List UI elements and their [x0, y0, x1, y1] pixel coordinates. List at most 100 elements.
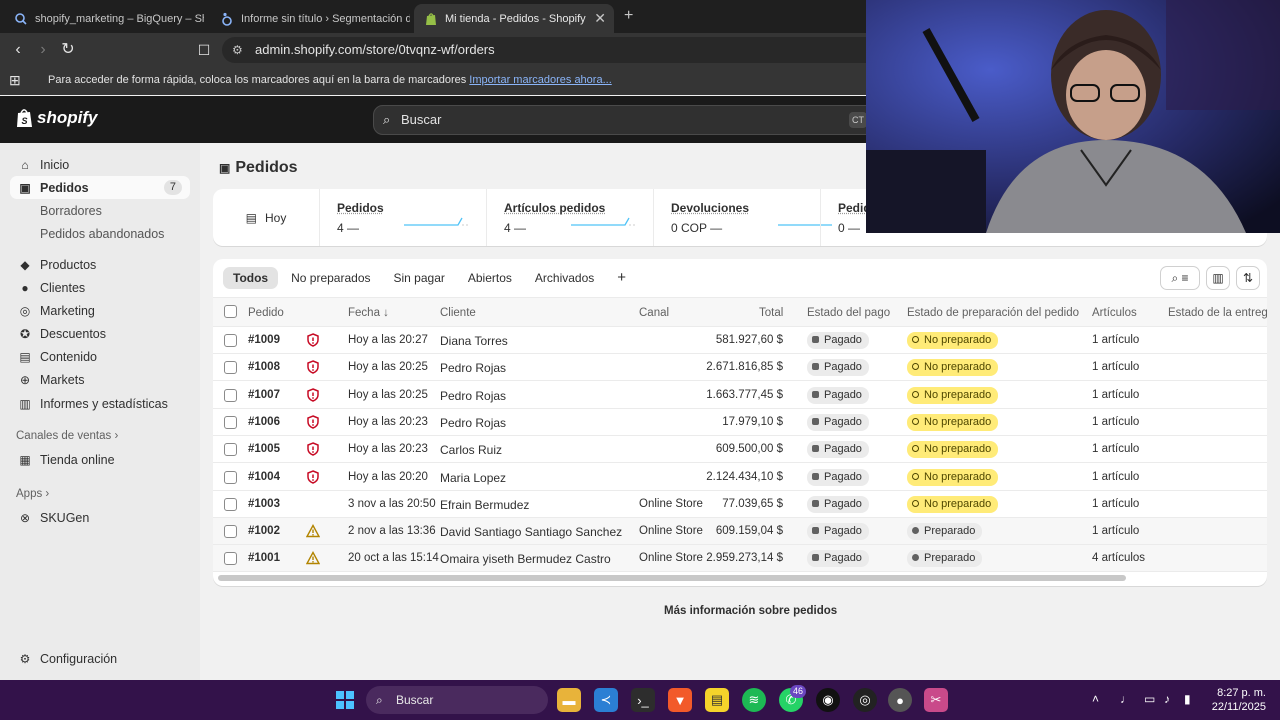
sidebar-item-configuracion[interactable]: ⚙ Configuración — [10, 647, 190, 670]
table-row[interactable]: #1002 2 nov a las 13:36 David Santiago San… — [213, 518, 1267, 546]
more-info-link[interactable]: Más información sobre pedidos — [664, 605, 837, 617]
tab-sin-pagar[interactable]: Sin pagar — [384, 267, 455, 289]
col-pedido[interactable]: Pedido — [248, 307, 284, 319]
sidebar-item-descuentos[interactable]: ✪ Descuentos — [10, 322, 190, 345]
order-id[interactable]: #1006 — [248, 416, 280, 428]
sidebar-item-tienda-online[interactable]: ▦ Tienda online — [10, 448, 190, 471]
obs-icon[interactable]: ◉ — [816, 688, 840, 712]
vscode-icon[interactable]: ≺ — [594, 688, 618, 712]
terminal-icon[interactable]: ›_ — [631, 688, 655, 712]
row-checkbox[interactable] — [224, 388, 237, 402]
table-row[interactable]: #1007 Hoy a las 20:25 Pedro Rojas 1.663.777… — [213, 382, 1267, 409]
apps-grid-icon[interactable]: ⊞ — [9, 72, 21, 89]
brave-icon[interactable]: ▼ — [668, 688, 692, 712]
file-explorer-icon[interactable]: ▬ — [557, 688, 581, 712]
order-customer[interactable]: Diana Torres — [440, 334, 508, 348]
tab-no-preparados[interactable]: No preparados — [281, 267, 380, 289]
search-filter-button[interactable]: ⌕ ≡ — [1160, 266, 1200, 290]
new-tab-button[interactable]: + — [624, 7, 633, 25]
row-checkbox[interactable] — [224, 552, 237, 566]
row-checkbox[interactable] — [224, 470, 237, 484]
tray-chevron-icon[interactable]: ˄ — [1092, 692, 1099, 706]
order-customer[interactable]: Pedro Rojas — [440, 361, 506, 375]
volume-icon[interactable]: ♪ — [1164, 692, 1170, 706]
sort-button[interactable]: ⇅ — [1236, 266, 1260, 290]
apps-header[interactable]: Apps › — [16, 488, 49, 500]
tab-bigquery[interactable]: shopify_marketing – BigQuery – Sho — [4, 4, 204, 33]
tab-abiertos[interactable]: Abiertos — [458, 267, 522, 289]
battery-icon[interactable]: ▮ — [1184, 692, 1191, 706]
snipping-tool-icon[interactable]: ✂ — [924, 688, 948, 712]
stat-devoluciones[interactable]: Devoluciones 0 COP — — [653, 189, 832, 246]
horizontal-scrollbar[interactable] — [218, 575, 1126, 581]
table-row[interactable]: #1003 3 nov a las 20:50 Efrain Bermudez Onl… — [213, 491, 1267, 518]
sidebar-item-pedidos[interactable]: ▣ Pedidos 7 — [10, 176, 190, 199]
col-canal[interactable]: Canal — [639, 307, 669, 319]
sidebar-item-abandonados[interactable]: Pedidos abandonados — [10, 222, 190, 245]
stat-articulos[interactable]: Artículos pedidos 4 — — [486, 189, 653, 246]
sticky-notes-icon[interactable]: ▤ — [705, 688, 729, 712]
table-row[interactable]: #1004 Hoy a las 20:20 Maria Lopez 2.124.434… — [213, 464, 1267, 491]
taskbar-search[interactable]: ⌕ Buscar — [366, 686, 548, 714]
order-customer[interactable]: Maria Lopez — [440, 471, 506, 485]
admin-search-input[interactable]: ⌕ Buscar CT — [373, 105, 903, 135]
stat-pedidos[interactable]: Pedidos 4 — — [319, 189, 486, 246]
sidebar-item-inicio[interactable]: ⌂ Inicio — [10, 153, 190, 176]
fraud-risk-icon[interactable] — [306, 415, 320, 429]
sidebar-item-skugen[interactable]: ⊗ SKUGen — [10, 506, 190, 529]
sidebar-item-productos[interactable]: ◆ Productos — [10, 253, 190, 276]
order-id[interactable]: #1009 — [248, 334, 280, 346]
table-row[interactable]: #1001 20 oct a las 15:14 Omaira yiseth Ber… — [213, 545, 1267, 573]
warning-icon[interactable] — [306, 551, 320, 565]
col-estado-pago[interactable]: Estado del pago — [807, 307, 890, 319]
order-id[interactable]: #1003 — [248, 498, 280, 510]
order-id[interactable]: #1002 — [248, 525, 280, 537]
add-view-button[interactable]: + — [607, 267, 636, 289]
sidebar-item-contenido[interactable]: ▤ Contenido — [10, 345, 190, 368]
reload-icon[interactable]: ↻ — [58, 40, 78, 60]
order-customer[interactable]: Efrain Bermudez — [440, 498, 529, 512]
bookmark-icon[interactable]: ☐ — [194, 40, 214, 60]
sales-channels-header[interactable]: Canales de ventas › — [16, 430, 118, 442]
date-filter-button[interactable]: ▤ Hoy — [213, 189, 319, 246]
row-checkbox[interactable] — [224, 334, 237, 347]
close-tab-icon[interactable]: ✕ — [594, 10, 606, 27]
col-estado-entrega[interactable]: Estado de la entrega — [1168, 307, 1267, 319]
order-id[interactable]: #1005 — [248, 443, 280, 455]
sidebar-item-marketing[interactable]: ◎ Marketing — [10, 299, 190, 322]
order-id[interactable]: #1008 — [248, 361, 280, 373]
col-cliente[interactable]: Cliente — [440, 307, 476, 319]
warning-icon[interactable] — [306, 524, 320, 538]
fraud-risk-icon[interactable] — [306, 333, 320, 347]
select-all-checkbox[interactable] — [224, 305, 237, 318]
app-icon[interactable]: ● — [888, 688, 912, 712]
taskbar-clock[interactable]: 8:27 p. m. 22/11/2025 — [1208, 686, 1266, 714]
sidebar-item-borradores[interactable]: Borradores — [10, 199, 190, 222]
col-fecha[interactable]: Fecha ↓ — [348, 307, 389, 319]
spotify-icon[interactable]: ≋ — [742, 688, 766, 712]
tab-todos[interactable]: Todos — [223, 267, 279, 289]
sidebar-item-markets[interactable]: ⊕ Markets — [10, 368, 190, 391]
table-row[interactable]: #1009 Hoy a las 20:27 Diana Torres 581.927,… — [213, 327, 1267, 354]
row-checkbox[interactable] — [224, 525, 237, 539]
tab-shopify-orders[interactable]: Mi tienda - Pedidos - Shopify ✕ — [414, 4, 614, 33]
table-row[interactable]: #1006 Hoy a las 20:23 Pedro Rojas 17.979,10… — [213, 409, 1267, 436]
back-icon[interactable]: ‹ — [8, 40, 28, 60]
forward-icon[interactable]: › — [33, 40, 53, 60]
display-icon[interactable]: ▭ — [1144, 692, 1155, 706]
col-total[interactable]: Total — [759, 307, 783, 319]
address-bar[interactable]: ⚙ admin.shopify.com/store/0tvqnz-wf/orde… — [222, 37, 902, 63]
sidebar-item-clientes[interactable]: ● Clientes — [10, 276, 190, 299]
microphone-icon[interactable]: ♩ — [1120, 692, 1132, 706]
col-articulos[interactable]: Artículos — [1092, 307, 1137, 319]
site-info-icon[interactable]: ⚙ — [232, 37, 243, 63]
order-customer[interactable]: Pedro Rojas — [440, 416, 506, 430]
windows-start-icon[interactable] — [333, 688, 357, 712]
order-customer[interactable]: Carlos Ruiz — [440, 443, 502, 457]
table-row[interactable]: #1005 Hoy a las 20:23 Carlos Ruiz 609.500,0… — [213, 436, 1267, 464]
fraud-risk-icon[interactable] — [306, 360, 320, 375]
tab-looker-studio[interactable]: Informe sin título › Segmentación de — [210, 4, 410, 33]
tab-archivados[interactable]: Archivados — [525, 267, 604, 289]
order-customer[interactable]: Pedro Rojas — [440, 389, 506, 403]
order-id[interactable]: #1004 — [248, 471, 280, 483]
